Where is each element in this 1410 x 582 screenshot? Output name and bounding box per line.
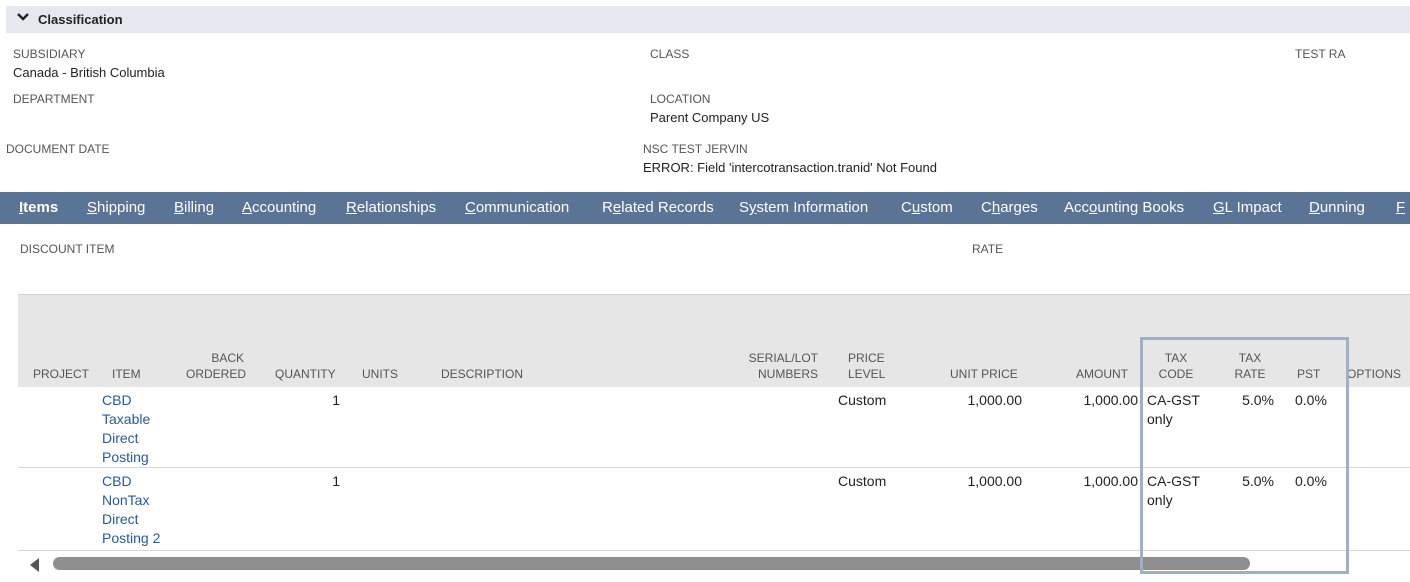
classification-title: Classification [38, 12, 123, 27]
tax-rate-value: 5.0% [1242, 473, 1274, 489]
chevron-down-icon[interactable] [17, 11, 29, 25]
tab-custom[interactable]: Custom [901, 199, 953, 216]
nsc-test-jervin-label: NSC TEST JERVIN [643, 142, 748, 156]
tab-truncated[interactable]: F [1396, 199, 1405, 216]
quantity-value: 1 [332, 473, 340, 489]
tab-billing[interactable]: Billing [174, 199, 214, 216]
tab-items[interactable]: Items [19, 199, 58, 216]
scroll-left-arrow-icon[interactable] [30, 558, 39, 572]
col-price-level[interactable]: PRICE LEVEL [848, 350, 885, 382]
col-amount[interactable]: AMOUNT [1076, 366, 1128, 382]
classification-section-header[interactable]: Classification [6, 6, 1410, 33]
quantity-value: 1 [332, 392, 340, 408]
subtab-bar: Items Shipping Billing Accounting Relati… [0, 192, 1410, 224]
amount-value: 1,000.00 [1083, 392, 1139, 408]
col-project[interactable]: PROJECT [33, 366, 89, 382]
table-row[interactable]: CBD Taxable Direct Posting 1 Custom 1,00… [18, 387, 1410, 468]
tab-related-records[interactable]: Related Records [602, 199, 714, 216]
col-units[interactable]: UNITS [362, 366, 398, 382]
col-serial-lot-numbers[interactable]: SERIAL/LOT NUMBERS [742, 350, 818, 382]
table-bottom-border [18, 550, 1410, 551]
item-link[interactable]: CBD Taxable Direct Posting [102, 391, 150, 467]
unit-price-value: 1,000.00 [967, 473, 1023, 489]
col-quantity[interactable]: QUANTITY [275, 366, 336, 382]
tab-gl-impact[interactable]: GL Impact [1213, 199, 1282, 216]
tax-rate-value: 5.0% [1242, 392, 1274, 408]
col-unit-price[interactable]: UNIT PRICE [950, 366, 1018, 382]
item-link[interactable]: CBD NonTax Direct Posting 2 [102, 472, 160, 548]
col-tax-rate[interactable]: TAX RATE [1230, 350, 1270, 382]
rate-label: RATE [972, 242, 1004, 256]
tab-system-information[interactable]: System Information [739, 199, 868, 216]
scrollbar-thumb[interactable] [53, 557, 1250, 570]
tab-accounting-books[interactable]: Accounting Books [1064, 199, 1184, 216]
pst-value: 0.0% [1295, 473, 1327, 489]
tax-code-value: CA-GST only [1147, 473, 1200, 508]
tab-accounting[interactable]: Accounting [242, 199, 316, 216]
amount-value: 1,000.00 [1083, 473, 1139, 489]
unit-price-value: 1,000.00 [967, 392, 1023, 408]
pst-value: 0.0% [1295, 392, 1327, 408]
col-back-ordered[interactable]: BACK ORDERED [186, 350, 246, 382]
department-label: DEPARTMENT [13, 92, 95, 106]
col-tax-code[interactable]: TAX CODE [1154, 350, 1198, 382]
tab-dunning[interactable]: Dunning [1309, 199, 1365, 216]
test-ra-label: TEST RA [1295, 47, 1346, 61]
tax-code-value: CA-GST only [1147, 392, 1200, 427]
document-date-label: DOCUMENT DATE [6, 142, 110, 156]
nsc-test-jervin-value: ERROR: Field 'intercotransaction.tranid'… [643, 160, 937, 175]
location-label: LOCATION [650, 92, 711, 106]
subsidiary-value: Canada - British Columbia [13, 65, 165, 80]
tab-shipping[interactable]: Shipping [87, 199, 145, 216]
col-item[interactable]: ITEM [112, 366, 141, 382]
col-description[interactable]: DESCRIPTION [441, 366, 523, 382]
tab-relationships[interactable]: Relationships [346, 199, 436, 216]
price-level-value: Custom [838, 473, 887, 489]
discount-item-label: DISCOUNT ITEM [20, 242, 115, 256]
col-pst[interactable]: PST [1297, 366, 1320, 382]
col-options[interactable]: OPTIONS [1347, 366, 1401, 382]
tab-communication[interactable]: Communication [465, 199, 569, 216]
tab-charges[interactable]: Charges [981, 199, 1038, 216]
location-value: Parent Company US [650, 110, 770, 125]
class-label: CLASS [650, 47, 690, 61]
items-table-header: PROJECT ITEM BACK ORDERED QUANTITY UNITS … [18, 294, 1410, 388]
subsidiary-label: SUBSIDIARY [13, 47, 86, 61]
price-level-value: Custom [838, 392, 887, 408]
table-row[interactable]: CBD NonTax Direct Posting 2 1 Custom 1,0… [18, 468, 1410, 550]
